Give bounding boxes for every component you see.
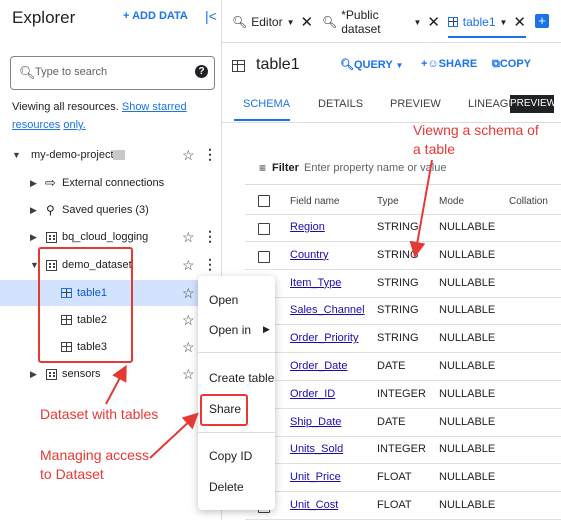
arrow-to-dataset (105, 364, 127, 405)
arrow-to-schema (409, 159, 433, 258)
annotation-arrows (105, 159, 433, 459)
arrow-to-share (149, 412, 199, 459)
